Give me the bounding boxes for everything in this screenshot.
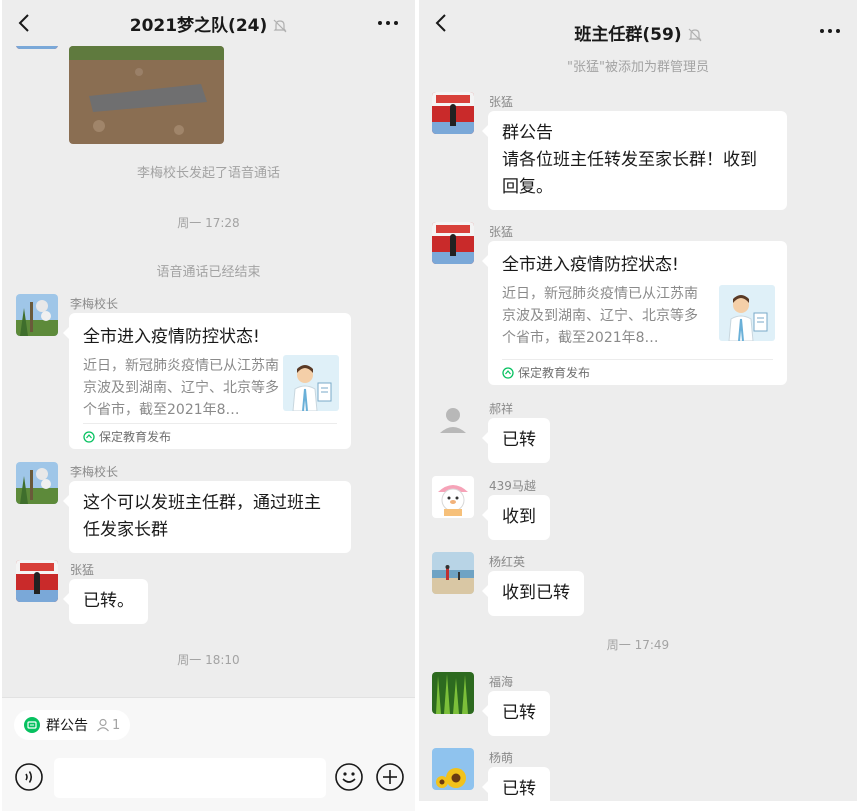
chat-header: 2021梦之队(24) [2,0,415,46]
chat-title-text: 2021梦之队(24) [129,16,268,36]
avatar[interactable] [16,294,58,336]
sender-name: 李梅校长 [70,297,119,311]
sender-name: 张猛 [489,225,514,239]
chat-title: 班主任群(59) [419,20,857,45]
message-bubble[interactable]: 收到 [482,495,550,540]
group-notice-chip[interactable]: 群公告 1 [14,710,131,740]
bell-off-icon [688,28,702,42]
plus-icon[interactable] [375,762,405,792]
message-input[interactable] [54,758,326,798]
sender-name: 张猛 [489,95,514,109]
timestamp: 周一 17:28 [177,216,240,230]
system-message: 语音通话已经结束 [156,265,261,280]
article-card[interactable]: 全市进入疫情防控状态! 近日，新冠肺炎疫情已从江苏南京波及到湖南、辽宁、北京等多… [482,241,787,385]
avatar[interactable] [432,476,474,518]
sender-name: 李梅校长 [70,465,119,479]
avatar[interactable] [432,672,474,714]
card-source: 保定教育发布 [83,423,337,449]
message-bubble[interactable]: 收到已转 [482,571,584,616]
card-thumbnail [719,285,775,341]
card-description: 近日，新冠肺炎疫情已从江苏南京波及到湖南、辽宁、北京等多个省市，截至2021年8… [502,286,698,346]
avatar[interactable] [16,560,58,602]
source-icon [83,431,95,443]
timestamp: 周一 18:10 [177,653,240,667]
avatar[interactable] [432,222,474,264]
system-message: "张猛"被添加为群管理员 [567,60,709,75]
avatar[interactable] [432,748,474,790]
chat-title-text: 班主任群(59) [574,25,682,45]
card-title: 全市进入疫情防控状态! [83,327,260,347]
person-icon [97,718,109,732]
timestamp: 周一 17:49 [606,638,670,652]
emoji-icon[interactable] [334,762,364,792]
source-icon [502,367,514,379]
notice-label: 群公告 [46,718,88,734]
left-chat-screen: 2021梦之队(24) 李梅校长发起了语音通话 周一 17:28 语音通话已经结… [2,0,415,811]
notice-icon [24,717,40,733]
card-source-name: 保定教育发布 [99,430,172,444]
sender-name: 杨萌 [489,751,514,765]
avatar[interactable] [432,92,474,134]
sender-name: 福海 [489,675,514,689]
shared-photo[interactable] [69,46,224,144]
message-bubble[interactable]: 群公告 请各位班主任转发至家长群！收到回复。 [482,111,787,210]
bell-off-icon [273,19,287,33]
card-description: 近日，新冠肺炎疫情已从江苏南京波及到湖南、辽宁、北京等多个省市，截至2021年8… [83,358,279,418]
message-bubble[interactable]: 这个可以发班主任群，通过班主任发家长群 [63,481,351,553]
card-source: 保定教育发布 [502,359,773,385]
card-thumbnail [283,355,339,411]
sender-name: 郝祥 [489,402,514,416]
avatar[interactable] [16,462,58,504]
card-source-name: 保定教育发布 [518,366,591,380]
voice-icon[interactable] [14,762,44,792]
message-bubble[interactable]: 已转 [482,691,550,736]
more-dots-icon[interactable] [377,14,399,32]
sender-name: 439马越 [489,479,536,493]
chat-footer: 群公告 1 [2,697,415,811]
sender-name: 杨红英 [489,555,526,569]
avatar[interactable] [432,399,474,441]
notice-count: 1 [112,717,121,733]
article-card[interactable]: 全市进入疫情防控状态! 近日，新冠肺炎疫情已从江苏南京波及到湖南、辽宁、北京等多… [63,313,351,449]
avatar[interactable] [432,552,474,594]
system-message: 李梅校长发起了语音通话 [136,166,280,181]
panel-bottom-edge [419,801,857,811]
chat-title: 2021梦之队(24) [2,11,415,36]
right-chat-screen: 班主任群(59) "张猛"被添加为群管理员 张猛 群公告 请各位班主任转发至家长… [419,0,857,811]
message-bubble[interactable]: 已转。 [63,579,148,624]
sender-name: 张猛 [70,563,95,577]
card-title: 全市进入疫情防控状态! [502,255,679,275]
chat-header: 班主任群(59) [419,0,857,46]
more-dots-icon[interactable] [819,22,841,40]
message-bubble[interactable]: 已转 [482,418,550,463]
